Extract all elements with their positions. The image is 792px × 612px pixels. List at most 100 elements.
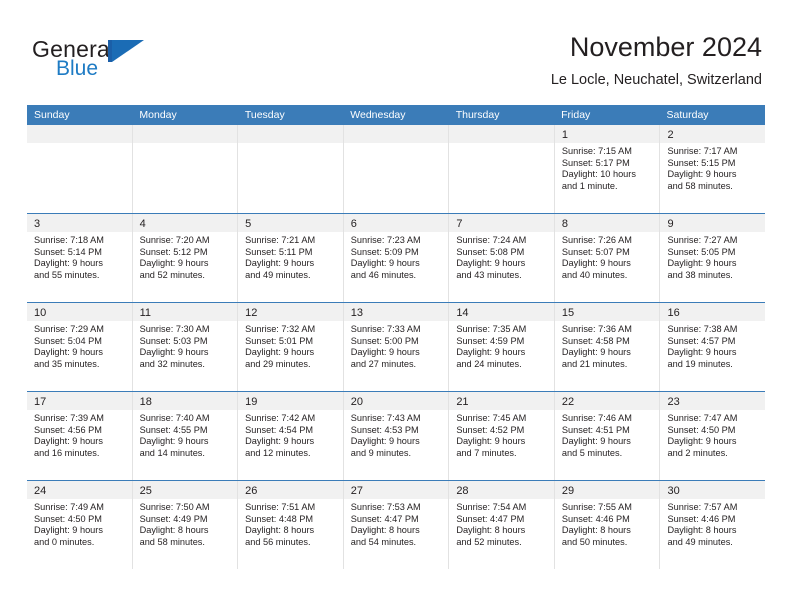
- day-cell[interactable]: 24 Sunrise: 7:49 AM Sunset: 4:50 PM Dayligh…: [27, 481, 133, 569]
- day-detail-line: and 50 minutes.: [561, 537, 628, 548]
- day-detail-line: Daylight: 8 hours: [667, 525, 737, 536]
- day-cell[interactable]: 19 Sunrise: 7:42 AM Sunset: 4:54 PM Dayligh…: [238, 392, 344, 480]
- day-detail-line: and 43 minutes.: [456, 270, 522, 281]
- day-detail-line: Sunset: 4:54 PM: [245, 424, 314, 435]
- day-cell[interactable]: 23 Sunrise: 7:47 AM Sunset: 4:50 PM Dayligh…: [660, 392, 766, 480]
- weekday-header-friday: Friday: [561, 109, 591, 121]
- day-details: Sunrise: 7:15 AM Sunset: 5:17 PM Daylight:…: [555, 143, 660, 193]
- day-cell[interactable]: 30 Sunrise: 7:57 AM Sunset: 4:46 PM Dayligh…: [660, 481, 766, 569]
- date-number: 6: [350, 218, 357, 230]
- day-details: Sunrise: 7:45 AM Sunset: 4:52 PM Daylight:…: [449, 410, 554, 460]
- day-detail-line: Sunset: 4:57 PM: [667, 335, 736, 346]
- brand-logo[interactable]: General Blue: [32, 36, 212, 88]
- day-cell[interactable]: 12 Sunrise: 7:32 AM Sunset: 5:01 PM Dayligh…: [238, 303, 344, 391]
- day-detail-line: Daylight: 8 hours: [561, 525, 631, 536]
- day-detail-line: Sunset: 4:51 PM: [561, 424, 630, 435]
- day-cell[interactable]: 4 Sunrise: 7:20 AM Sunset: 5:12 PM Daylight…: [132, 214, 239, 302]
- calendar-week-row: 17 Sunrise: 7:39 AM Sunset: 4:56 PM Dayligh…: [27, 391, 766, 480]
- day-detail-line: Sunrise: 7:47 AM: [667, 413, 738, 423]
- day-detail-line: Daylight: 9 hours: [456, 436, 526, 447]
- day-detail-line: Sunrise: 7:36 AM: [561, 324, 632, 334]
- day-cell[interactable]: 14 Sunrise: 7:35 AM Sunset: 4:59 PM Dayligh…: [449, 303, 555, 391]
- day-cell[interactable]: 21 Sunrise: 7:45 AM Sunset: 4:52 PM Dayligh…: [449, 392, 555, 480]
- date-number-band: [132, 125, 238, 143]
- day-cell[interactable]: 7 Sunrise: 7:24 AM Sunset: 5:08 PM Daylight…: [449, 214, 555, 302]
- title-block: November 2024 Le Locle, Neuchatel, Switz…: [551, 30, 762, 91]
- day-cell[interactable]: 29 Sunrise: 7:55 AM Sunset: 4:46 PM Dayligh…: [554, 481, 661, 569]
- day-cell[interactable]: 5 Sunrise: 7:21 AM Sunset: 5:11 PM Daylight…: [238, 214, 344, 302]
- day-cell[interactable]: 6 Sunrise: 7:23 AM Sunset: 5:09 PM Daylight…: [343, 214, 450, 302]
- day-cell[interactable]: 26 Sunrise: 7:51 AM Sunset: 4:48 PM Dayligh…: [238, 481, 344, 569]
- date-number: 5: [245, 218, 252, 230]
- day-cell-empty: [343, 125, 450, 213]
- day-detail-line: Sunrise: 7:55 AM: [561, 502, 632, 512]
- day-cell[interactable]: 18 Sunrise: 7:40 AM Sunset: 4:55 PM Dayligh…: [132, 392, 239, 480]
- day-cell[interactable]: 27 Sunrise: 7:53 AM Sunset: 4:47 PM Dayligh…: [343, 481, 450, 569]
- day-cell[interactable]: 22 Sunrise: 7:46 AM Sunset: 4:51 PM Dayligh…: [554, 392, 661, 480]
- day-details: Sunrise: 7:57 AM Sunset: 4:46 PM Daylight:…: [660, 499, 765, 549]
- brand-name-blue: Blue: [56, 57, 99, 80]
- day-detail-line: Daylight: 9 hours: [350, 347, 420, 358]
- day-cell[interactable]: 17 Sunrise: 7:39 AM Sunset: 4:56 PM Dayligh…: [27, 392, 133, 480]
- day-detail-line: Daylight: 9 hours: [350, 258, 420, 269]
- day-detail-line: Daylight: 9 hours: [350, 436, 420, 447]
- date-number: 22: [561, 396, 575, 408]
- day-details: [238, 143, 343, 146]
- day-detail-line: Daylight: 9 hours: [139, 436, 209, 447]
- day-cell[interactable]: 10 Sunrise: 7:29 AM Sunset: 5:04 PM Dayligh…: [27, 303, 133, 391]
- calendar-week-row: 10 Sunrise: 7:29 AM Sunset: 5:04 PM Dayligh…: [27, 302, 766, 391]
- day-details: [27, 143, 132, 146]
- day-detail-line: Sunrise: 7:38 AM: [667, 324, 738, 334]
- day-details: Sunrise: 7:40 AM Sunset: 4:55 PM Daylight:…: [133, 410, 238, 460]
- day-detail-line: Sunrise: 7:42 AM: [245, 413, 316, 423]
- day-detail-line: and 38 minutes.: [667, 270, 733, 281]
- day-detail-line: Sunrise: 7:45 AM: [456, 413, 527, 423]
- day-details: Sunrise: 7:54 AM Sunset: 4:47 PM Daylight:…: [449, 499, 554, 549]
- day-detail-line: Sunset: 5:11 PM: [245, 246, 313, 257]
- date-number: 26: [245, 485, 258, 497]
- day-details: Sunrise: 7:42 AM Sunset: 4:54 PM Daylight:…: [238, 410, 343, 460]
- day-cell[interactable]: 9 Sunrise: 7:27 AM Sunset: 5:05 PM Daylight…: [660, 214, 766, 302]
- day-cell[interactable]: 13 Sunrise: 7:33 AM Sunset: 5:00 PM Dayligh…: [343, 303, 450, 391]
- day-detail-line: Sunrise: 7:49 AM: [34, 502, 104, 512]
- day-detail-line: Daylight: 9 hours: [561, 347, 631, 358]
- day-detail-line: and 49 minutes.: [245, 270, 311, 281]
- page-header: General Blue November 2024 Le Locle, Neu…: [0, 0, 792, 104]
- day-cell[interactable]: 8 Sunrise: 7:26 AM Sunset: 5:07 PM Daylight…: [554, 214, 661, 302]
- day-detail-line: Daylight: 9 hours: [139, 347, 209, 358]
- weekday-header-thursday: Thursday: [455, 109, 500, 121]
- day-cell[interactable]: 3 Sunrise: 7:18 AM Sunset: 5:14 PM Daylight…: [27, 214, 133, 302]
- day-detail-line: and 14 minutes.: [139, 448, 205, 459]
- day-cell[interactable]: 20 Sunrise: 7:43 AM Sunset: 4:53 PM Dayligh…: [343, 392, 450, 480]
- date-number: 27: [350, 485, 363, 497]
- date-number: 18: [139, 396, 152, 408]
- day-cell[interactable]: 1 Sunrise: 7:15 AM Sunset: 5:17 PM Daylight…: [554, 125, 661, 213]
- day-detail-line: Sunset: 5:09 PM: [350, 246, 419, 257]
- date-number-band: 3: [27, 214, 132, 232]
- day-cell-empty: [132, 125, 239, 213]
- date-number-band: 8: [554, 214, 660, 232]
- day-cell[interactable]: 16 Sunrise: 7:38 AM Sunset: 4:57 PM Dayligh…: [660, 303, 766, 391]
- date-number: 14: [456, 307, 469, 319]
- day-detail-line: and 21 minutes.: [561, 359, 628, 370]
- day-detail-line: Sunset: 4:47 PM: [350, 513, 419, 524]
- day-details: Sunrise: 7:50 AM Sunset: 4:49 PM Daylight:…: [133, 499, 238, 549]
- page-title: November 2024: [569, 32, 762, 62]
- day-cell[interactable]: 11 Sunrise: 7:30 AM Sunset: 5:03 PM Dayligh…: [132, 303, 239, 391]
- day-detail-line: and 40 minutes.: [561, 270, 628, 281]
- date-number-band: [238, 125, 343, 143]
- day-detail-line: and 56 minutes.: [245, 537, 311, 548]
- day-details: Sunrise: 7:53 AM Sunset: 4:47 PM Daylight:…: [344, 499, 449, 549]
- day-detail-line: Sunrise: 7:46 AM: [561, 413, 632, 423]
- day-cell[interactable]: 15 Sunrise: 7:36 AM Sunset: 4:58 PM Dayligh…: [554, 303, 661, 391]
- day-cell[interactable]: 28 Sunrise: 7:54 AM Sunset: 4:47 PM Dayligh…: [449, 481, 555, 569]
- day-detail-line: Sunset: 4:53 PM: [350, 424, 419, 435]
- day-detail-line: Daylight: 9 hours: [667, 347, 737, 358]
- date-number-band: 27: [343, 481, 449, 499]
- day-cell[interactable]: 25 Sunrise: 7:50 AM Sunset: 4:49 PM Dayligh…: [132, 481, 239, 569]
- day-detail-line: Sunset: 5:12 PM: [139, 246, 208, 257]
- day-detail-line: Sunrise: 7:54 AM: [456, 502, 527, 512]
- day-cell[interactable]: 2 Sunrise: 7:17 AM Sunset: 5:15 PM Daylight…: [660, 125, 766, 213]
- date-number: 28: [456, 485, 469, 497]
- day-detail-line: and 52 minutes.: [139, 270, 205, 281]
